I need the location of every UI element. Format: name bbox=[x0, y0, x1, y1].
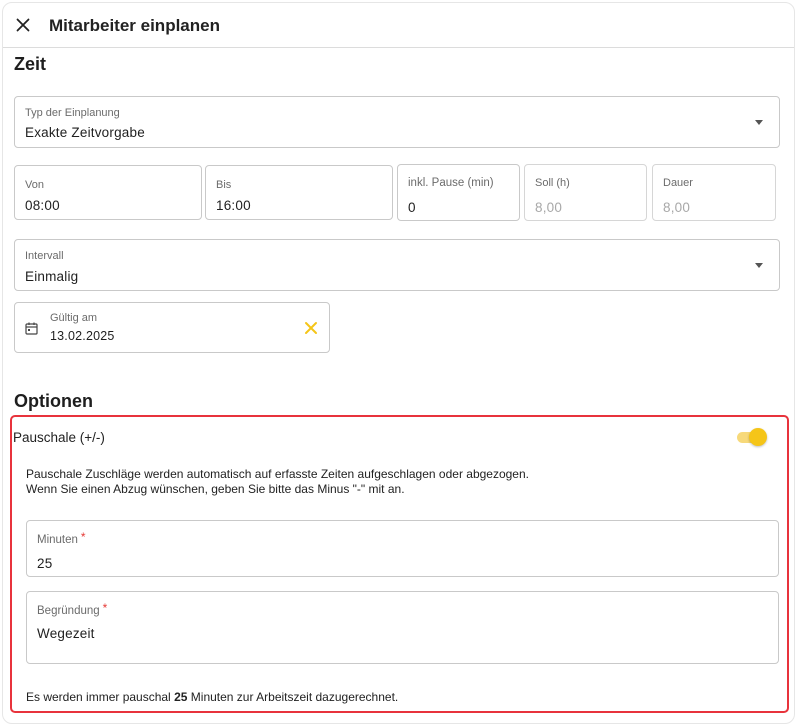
toggle-thumb bbox=[749, 428, 767, 446]
flat-rate-summary: Es werden immer pauschal 25 Minuten zur … bbox=[26, 690, 398, 704]
flat-rate-description-line1: Pauschale Zuschläge werden automatisch a… bbox=[26, 467, 529, 481]
target-hours-field: Soll (h) 8,00 bbox=[524, 164, 647, 221]
flat-rate-description-line2: Wenn Sie einen Abzug wünschen, geben Sie… bbox=[26, 482, 405, 496]
interval-label: Intervall bbox=[25, 250, 64, 262]
schedule-type-value: Exakte Zeitvorgabe bbox=[25, 125, 145, 140]
interval-select[interactable]: Intervall Einmalig bbox=[14, 239, 780, 291]
close-button[interactable] bbox=[13, 15, 33, 35]
calendar-icon bbox=[25, 322, 38, 335]
dialog-header: Mitarbeiter einplanen bbox=[3, 3, 794, 48]
section-title-options: Optionen bbox=[14, 391, 93, 411]
close-icon bbox=[16, 18, 30, 32]
valid-date-field[interactable]: Gültig am 13.02.2025 bbox=[14, 302, 330, 353]
from-time-label: Von bbox=[25, 179, 44, 191]
reason-label-wrap: Begründung * bbox=[37, 601, 108, 617]
pause-label: inkl. Pause (min) bbox=[408, 177, 494, 189]
duration-value: 8,00 bbox=[663, 200, 691, 215]
from-time-value: 08:00 bbox=[25, 198, 60, 213]
schedule-type-label: Typ der Einplanung bbox=[25, 107, 120, 119]
minutes-value: 25 bbox=[37, 556, 53, 571]
reason-value: Wegezeit bbox=[37, 626, 95, 641]
to-time-label: Bis bbox=[216, 179, 232, 191]
to-time-value: 16:00 bbox=[216, 198, 251, 213]
minutes-label: Minuten bbox=[37, 534, 78, 546]
minutes-label-wrap: Minuten * bbox=[37, 530, 86, 546]
summary-suffix: Minuten zur Arbeitszeit dazugerechnet. bbox=[190, 690, 399, 704]
section-title-time: Zeit bbox=[14, 54, 47, 74]
required-marker: * bbox=[102, 601, 108, 615]
flat-rate-label: Pauschale (+/-) bbox=[13, 430, 105, 445]
flat-rate-toggle[interactable] bbox=[736, 428, 768, 446]
to-time-field[interactable]: Bis 16:00 bbox=[205, 165, 393, 220]
duration-label: Dauer bbox=[663, 177, 693, 189]
dialog-title: Mitarbeiter einplanen bbox=[49, 16, 220, 35]
target-hours-label: Soll (h) bbox=[535, 177, 570, 189]
reason-field[interactable]: Begründung * Wegezeit bbox=[26, 591, 779, 664]
summary-minutes: 25 bbox=[174, 690, 188, 704]
reason-label: Begründung bbox=[37, 605, 100, 617]
minutes-field[interactable]: Minuten * 25 bbox=[26, 520, 779, 577]
from-time-field[interactable]: Von 08:00 bbox=[14, 165, 202, 220]
clear-date-button[interactable] bbox=[303, 320, 319, 336]
chevron-down-icon bbox=[755, 120, 763, 125]
schedule-type-select[interactable]: Typ der Einplanung Exakte Zeitvorgabe bbox=[14, 96, 780, 148]
valid-date-value: 13.02.2025 bbox=[50, 329, 115, 343]
interval-value: Einmalig bbox=[25, 269, 79, 284]
summary-prefix: Es werden immer pauschal bbox=[26, 690, 171, 704]
pause-field[interactable]: inkl. Pause (min) 0 bbox=[397, 164, 520, 221]
chevron-down-icon bbox=[755, 263, 763, 268]
required-marker: * bbox=[80, 530, 86, 544]
duration-field: Dauer 8,00 bbox=[652, 164, 776, 221]
target-hours-value: 8,00 bbox=[535, 200, 563, 215]
pause-value: 0 bbox=[408, 200, 416, 215]
valid-date-label: Gültig am bbox=[50, 312, 98, 324]
clear-icon bbox=[305, 322, 317, 334]
